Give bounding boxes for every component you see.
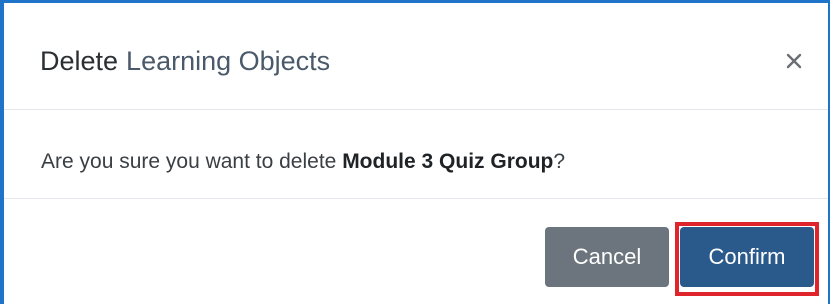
question-prefix: Are you sure you want to delete [41,150,343,173]
screen: Delete Learning Objects Are you sure you … [0,0,830,304]
dialog-title: Delete Learning Objects [40,43,330,79]
dialog-title-object: Learning Objects [126,46,331,76]
confirm-button[interactable]: Confirm [680,227,814,287]
cancel-button[interactable]: Cancel [545,227,669,287]
dialog-footer: Cancel Confirm [4,199,828,304]
question-suffix: ? [553,150,566,173]
dialog-header: Delete Learning Objects [4,3,828,110]
delete-dialog: Delete Learning Objects Are you sure you … [4,3,828,304]
dialog-title-prefix: Delete [40,46,119,76]
close-icon [786,53,802,69]
confirmation-message: Are you sure you want to delete Module 3… [41,148,565,176]
dialog-body: Are you sure you want to delete Module 3… [4,110,828,199]
item-name: Module 3 Quiz Group [342,150,554,173]
close-button[interactable] [780,47,808,75]
